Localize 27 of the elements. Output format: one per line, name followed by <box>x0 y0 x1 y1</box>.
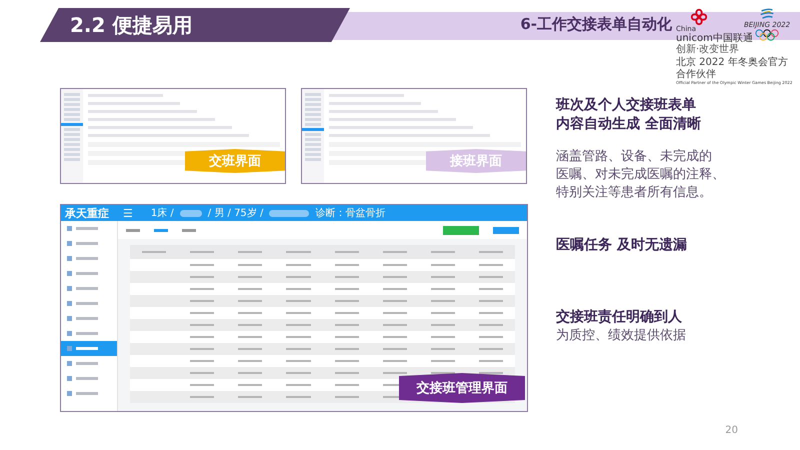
point-text: 特别关注等患者所有信息。 <box>556 184 713 202</box>
blurred-id <box>269 210 310 216</box>
logo-text: unicom中国联通 <box>676 33 753 44</box>
blurred-name <box>180 210 202 216</box>
ribbon-emblem-icon <box>758 8 776 21</box>
menu-icon[interactable]: ☰ <box>123 206 133 220</box>
page-number: 20 <box>725 425 738 436</box>
point-heading: 交接班责任明确到人 <box>556 308 683 327</box>
patient-info: / 男 / 75岁 / <box>208 206 264 220</box>
point-heading: 医嘱任务 及时无遗漏 <box>556 236 688 255</box>
partner-text: 北京 2022 年冬奥会官方合作伙伴 <box>676 57 789 80</box>
logo-slogan: 创新·改变世界 <box>676 44 740 56</box>
banner-label: 接班界面 <box>426 149 526 173</box>
patient-bed: 1床 / <box>150 206 174 220</box>
point-heading: 内容自动生成 全面清晰 <box>556 114 702 134</box>
app-logo: 承天重症 <box>65 206 110 220</box>
rings-icon <box>754 29 780 41</box>
point-text: 医嘱、对未完成医嘱的注释、 <box>556 166 726 184</box>
slide-title: 6-工作交接表单自动化 <box>520 15 672 34</box>
point-text: 为质控、绩效提供依据 <box>556 326 687 345</box>
diagnosis-text: 诊断：骨盆骨折 <box>315 206 386 220</box>
banner-label: 交班界面 <box>185 149 285 173</box>
section-title: 2.2 便捷易用 <box>70 12 192 38</box>
banner-label: 交接班管理界面 <box>399 373 525 403</box>
knot-logo-icon <box>690 8 708 26</box>
point-text: 涵盖管路、设备、未完成的 <box>556 148 713 166</box>
point-heading: 班次及个人交接班表单 <box>556 96 697 115</box>
